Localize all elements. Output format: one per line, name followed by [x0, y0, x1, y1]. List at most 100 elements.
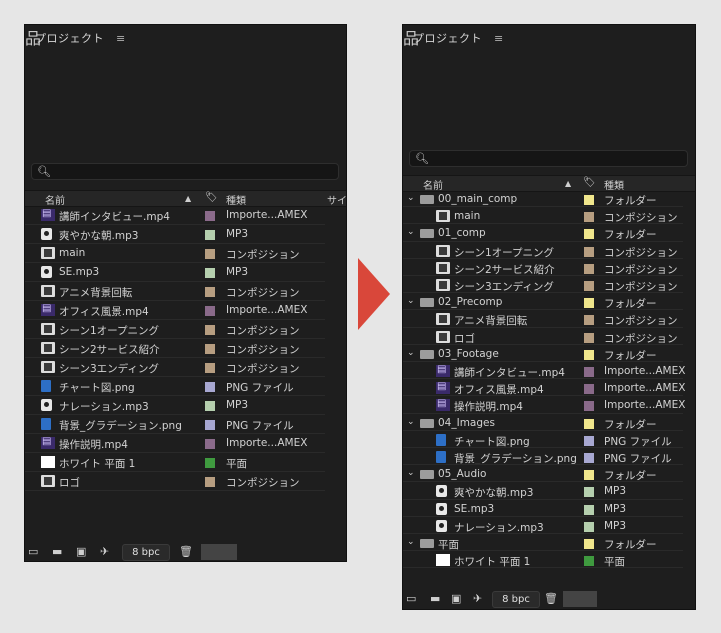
label-color-swatch[interactable] [584, 367, 594, 377]
label-color-swatch[interactable] [205, 230, 215, 240]
project-settings-icon[interactable]: ✈︎ [100, 545, 109, 558]
label-color-swatch[interactable] [584, 470, 594, 481]
label-color-swatch[interactable] [584, 521, 594, 532]
list-item[interactable]: シーン3エンディング コンポジション [25, 358, 325, 377]
list-item[interactable]: 操作説明.mp4 Importe...AMEX [25, 434, 325, 453]
list-item[interactable]: ロゴ コンポジション [25, 472, 325, 491]
disclosure-triangle-icon[interactable]: ⌄ [407, 227, 415, 237]
label-color-swatch[interactable] [584, 418, 594, 429]
label-color-swatch[interactable] [584, 298, 594, 309]
label-color-swatch[interactable] [584, 195, 594, 205]
video-icon [41, 303, 55, 316]
column-type-header[interactable]: 種類 [226, 192, 246, 207]
list-item[interactable]: アニメ背景回転 コンポジション [25, 282, 325, 301]
list-item[interactable]: SE.mp3 MP3 [25, 263, 325, 282]
video-icon [436, 381, 450, 395]
folder-icon [420, 349, 434, 359]
label-color-swatch[interactable] [205, 306, 215, 316]
column-header: 名前 ▲ 🏷︎ 種類 サイ [25, 190, 346, 207]
disclosure-triangle-icon[interactable]: ⌄ [407, 348, 415, 358]
new-folder-icon[interactable]: ▬ [52, 545, 62, 558]
trash-icon[interactable]: 🗑︎ [544, 592, 558, 605]
disclosure-triangle-icon[interactable]: ⌄ [407, 296, 415, 306]
label-color-swatch[interactable] [584, 315, 594, 326]
label-color-swatch[interactable] [584, 332, 594, 343]
search-input[interactable]: 🔍︎ [409, 150, 688, 167]
label-color-swatch[interactable] [205, 344, 215, 354]
label-color-swatch[interactable] [205, 268, 215, 278]
new-composition-icon[interactable]: ▣ [76, 545, 86, 558]
trash-icon[interactable]: 🗑︎ [179, 545, 193, 558]
interpret-footage-icon[interactable]: ▭ [406, 592, 416, 605]
project-settings-icon[interactable]: ✈︎ [473, 592, 482, 605]
column-size-header[interactable]: サイ [327, 192, 346, 207]
search-input[interactable]: 🔍︎ [31, 163, 339, 180]
label-color-swatch[interactable] [584, 246, 594, 257]
item-name: SE.mp3 [454, 502, 495, 515]
list-item[interactable]: シーン2サービス紹介 コンポジション [25, 339, 325, 358]
bit-depth-button[interactable]: 8 bpc [122, 544, 170, 561]
disclosure-triangle-icon[interactable]: ⌄ [407, 193, 415, 203]
item-name: 講師インタビュー.mp4 [59, 211, 170, 223]
list-item[interactable]: 背景_グラデーション.png PNG ファイル [25, 415, 325, 434]
label-color-swatch[interactable] [205, 363, 215, 373]
disclosure-triangle-icon[interactable]: ⌄ [407, 417, 415, 427]
new-composition-icon[interactable]: ▣ [451, 592, 461, 605]
label-color-swatch[interactable] [205, 249, 215, 259]
new-folder-icon[interactable]: ▬ [430, 592, 440, 605]
label-color-swatch[interactable] [205, 420, 215, 430]
label-color-swatch[interactable] [584, 504, 594, 515]
label-color-swatch[interactable] [584, 487, 594, 498]
list-item[interactable]: 講師インタビュー.mp4 Importe...AMEX [25, 206, 325, 225]
sort-ascending-icon[interactable]: ▲ [185, 194, 191, 203]
list-item[interactable]: ホワイト 平面 1 平面 [25, 453, 325, 472]
label-color-swatch[interactable] [205, 477, 215, 487]
audio-icon [436, 502, 447, 515]
item-name: 背景_グラデーション.png [59, 420, 182, 432]
label-color-swatch[interactable] [205, 458, 215, 468]
item-type: MP3 [604, 502, 627, 515]
label-color-swatch[interactable] [584, 263, 594, 274]
label-color-swatch[interactable] [584, 539, 594, 549]
label-color-swatch[interactable] [584, 453, 594, 463]
label-color-swatch[interactable] [584, 281, 594, 291]
label-color-swatch[interactable] [584, 556, 594, 567]
list-item[interactable]: 爽やかな朝.mp3 MP3 [25, 225, 325, 244]
label-color-swatch[interactable] [584, 212, 594, 223]
item-type: Importe...AMEX [226, 437, 308, 449]
list-item[interactable]: main コンポジション [25, 244, 325, 263]
list-item[interactable]: チャート図.png PNG ファイル [25, 377, 325, 396]
label-color-swatch[interactable] [584, 384, 594, 395]
label-color-swatch[interactable] [584, 401, 594, 412]
disclosure-triangle-icon[interactable]: ⌄ [407, 468, 415, 478]
interpret-footage-icon[interactable]: ▭ [28, 545, 38, 558]
composition-icon [436, 244, 450, 257]
panel-menu-icon[interactable]: ≡ [116, 32, 126, 45]
label-tag-icon[interactable]: 🏷︎ [583, 177, 596, 188]
image-icon [41, 380, 51, 392]
label-color-swatch[interactable] [584, 435, 594, 446]
item-type: コンポジション [226, 249, 300, 261]
thumbnail-swatch [201, 544, 237, 560]
label-color-swatch[interactable] [205, 287, 215, 297]
label-color-swatch[interactable] [205, 382, 215, 392]
panel-menu-icon[interactable]: ≡ [494, 32, 504, 45]
label-color-swatch[interactable] [205, 401, 215, 411]
label-color-swatch[interactable] [205, 439, 215, 449]
audio-icon [41, 399, 52, 411]
label-color-swatch[interactable] [584, 349, 594, 360]
item-name: アニメ背景回転 [59, 287, 133, 299]
list-item[interactable]: シーン1オープニング コンポジション [25, 320, 325, 339]
item-type: Importe...AMEX [604, 382, 686, 395]
label-color-swatch[interactable] [584, 229, 594, 240]
list-item[interactable]: オフィス風景.mp4 Importe...AMEX [25, 301, 325, 320]
label-color-swatch[interactable] [205, 325, 215, 335]
item-name: main [454, 210, 481, 223]
disclosure-triangle-icon[interactable]: ⌄ [407, 537, 415, 547]
sort-ascending-icon[interactable]: ▲ [565, 179, 571, 188]
list-item[interactable]: ナレーション.mp3 MP3 [25, 396, 325, 415]
label-tag-icon[interactable]: 🏷︎ [205, 192, 218, 203]
label-color-swatch[interactable] [205, 211, 215, 221]
bit-depth-button[interactable]: 8 bpc [492, 591, 540, 608]
column-name-header[interactable]: 名前 [45, 192, 65, 207]
